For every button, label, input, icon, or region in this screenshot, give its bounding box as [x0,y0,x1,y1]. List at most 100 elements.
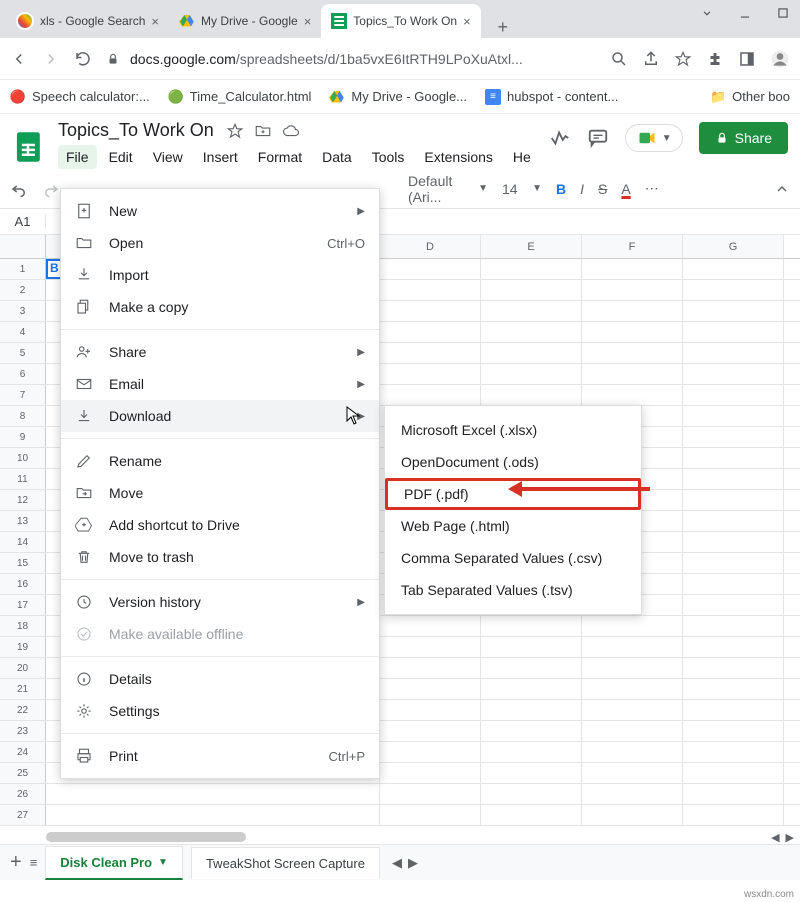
bookmark-item[interactable]: 📁Other boo [710,89,790,105]
font-size-selector[interactable]: 14▼ [502,181,542,197]
star-icon[interactable] [674,50,692,68]
submenu-item-ods[interactable]: OpenDocument (.ods) [385,446,641,478]
menu-tools[interactable]: Tools [364,145,413,169]
column-header[interactable]: E [481,235,582,258]
menu-data[interactable]: Data [314,145,360,169]
menu-help[interactable]: He [505,145,539,169]
row-header[interactable]: 11 [0,469,46,489]
chevron-down-icon[interactable] [700,6,714,20]
undo-icon[interactable] [10,180,28,198]
row-header[interactable]: 1 [0,259,46,279]
collapse-toolbar-icon[interactable] [774,181,790,197]
close-icon[interactable]: × [304,14,312,29]
more-toolbar-icon[interactable]: ⋯ [645,180,659,197]
cloud-saved-icon[interactable] [282,122,300,140]
row-header[interactable]: 2 [0,280,46,300]
grid-row[interactable]: 27 [0,805,800,826]
browser-tab-active[interactable]: Topics_To Work On × [321,4,480,38]
italic-button[interactable]: I [580,181,584,197]
submenu-item-xlsx[interactable]: Microsoft Excel (.xlsx) [385,414,641,446]
menu-item-print[interactable]: PrintCtrl+P [61,740,379,772]
maximize-icon[interactable] [776,6,790,20]
share-page-icon[interactable] [642,50,660,68]
menu-extensions[interactable]: Extensions [416,145,500,169]
row-header[interactable]: 4 [0,322,46,342]
row-header[interactable]: 3 [0,301,46,321]
menu-item-move[interactable]: Move [61,477,379,509]
bookmark-item[interactable]: 🟢Time_Calculator.html [168,89,312,105]
zoom-icon[interactable] [610,50,628,68]
bookmark-item[interactable]: 🔴Speech calculator:... [10,89,150,105]
column-header[interactable]: F [582,235,683,258]
row-header[interactable]: 12 [0,490,46,510]
menu-item-trash[interactable]: Move to trash [61,541,379,573]
menu-item-make-copy[interactable]: Make a copy [61,291,379,323]
star-icon[interactable] [226,122,244,140]
row-header[interactable]: 14 [0,532,46,552]
row-header[interactable]: 19 [0,637,46,657]
row-header[interactable]: 24 [0,742,46,762]
menu-item-rename[interactable]: Rename [61,445,379,477]
bookmark-item[interactable]: ≡hubspot - content... [485,89,618,105]
row-header[interactable]: 8 [0,406,46,426]
close-icon[interactable]: × [151,14,159,29]
scroll-left-icon[interactable]: ◀ [771,831,779,844]
submenu-item-html[interactable]: Web Page (.html) [385,510,641,542]
row-header[interactable]: 7 [0,385,46,405]
row-header[interactable]: 15 [0,553,46,573]
sidepanel-icon[interactable] [738,50,756,68]
menu-item-download[interactable]: Download▶ [61,400,379,432]
font-selector[interactable]: Default (Ari...▼ [408,173,488,205]
row-header[interactable]: 22 [0,700,46,720]
submenu-item-tsv[interactable]: Tab Separated Values (.tsv) [385,574,641,606]
strikethrough-button[interactable]: S [598,181,607,197]
meet-button[interactable]: ▼ [625,124,683,152]
row-header[interactable]: 5 [0,343,46,363]
row-header[interactable]: 10 [0,448,46,468]
menu-item-open[interactable]: OpenCtrl+O [61,227,379,259]
close-icon[interactable]: × [463,14,471,29]
menu-insert[interactable]: Insert [195,145,246,169]
activity-icon[interactable] [549,127,571,149]
sheet-nav-left-icon[interactable]: ◀ [392,855,402,871]
move-folder-icon[interactable] [254,122,272,140]
share-button[interactable]: Share [699,122,788,154]
text-color-button[interactable]: A [621,181,630,197]
sheet-tab[interactable]: TweakShot Screen Capture [191,847,380,879]
row-header[interactable]: 16 [0,574,46,594]
menu-item-add-shortcut[interactable]: Add shortcut to Drive [61,509,379,541]
row-header[interactable]: 9 [0,427,46,447]
sheet-tab-active[interactable]: Disk Clean Pro▼ [45,846,183,880]
add-sheet-button[interactable]: + [10,851,22,874]
row-header[interactable]: 13 [0,511,46,531]
menu-item-share[interactable]: Share▶ [61,336,379,368]
back-icon[interactable] [10,50,28,68]
row-header[interactable]: 17 [0,595,46,615]
menu-view[interactable]: View [145,145,191,169]
comment-icon[interactable] [587,127,609,149]
column-header[interactable]: G [683,235,784,258]
document-title[interactable]: Topics_To Work On [58,120,214,141]
browser-tab[interactable]: xls - Google Search × [6,4,169,38]
bookmark-item[interactable]: My Drive - Google... [329,89,467,105]
name-box[interactable]: A1 [0,214,46,229]
row-header[interactable]: 26 [0,784,46,804]
menu-item-email[interactable]: Email▶ [61,368,379,400]
row-header[interactable]: 6 [0,364,46,384]
browser-tab[interactable]: My Drive - Google × [169,4,321,38]
menu-item-details[interactable]: Details [61,663,379,695]
menu-item-version-history[interactable]: Version history▶ [61,586,379,618]
new-tab-button[interactable]: + [489,17,517,38]
menu-item-import[interactable]: Import [61,259,379,291]
row-header[interactable]: 25 [0,763,46,783]
column-header[interactable]: D [380,235,481,258]
row-header[interactable]: 27 [0,805,46,825]
grid-row[interactable]: 26 [0,784,800,805]
extensions-icon[interactable] [706,50,724,68]
forward-icon[interactable] [42,50,60,68]
row-header[interactable]: 18 [0,616,46,636]
sheet-nav-right-icon[interactable]: ▶ [408,855,418,871]
row-header[interactable]: 20 [0,658,46,678]
menu-edit[interactable]: Edit [101,145,141,169]
horizontal-scrollbar[interactable]: ◀▶ [0,830,800,844]
